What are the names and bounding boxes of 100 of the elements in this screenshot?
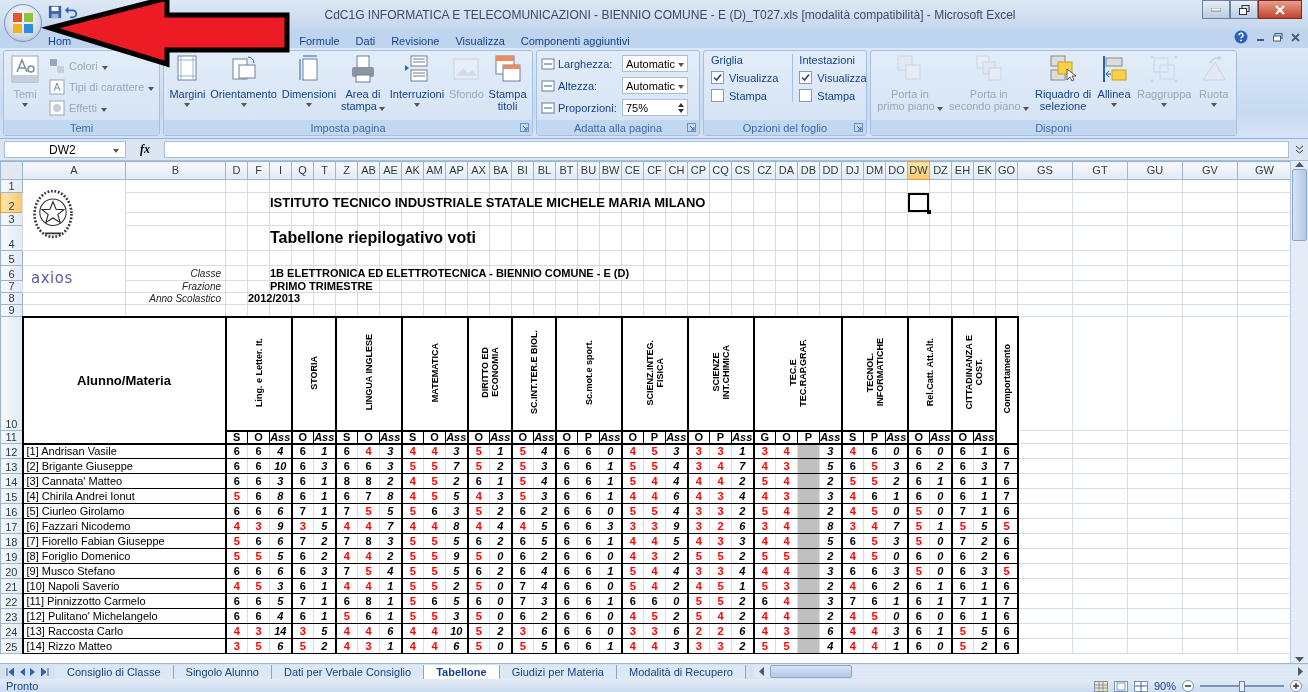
column-header[interactable]: AP bbox=[445, 161, 468, 180]
ribbon-button[interactable]: Allinea bbox=[1095, 53, 1133, 107]
column-header[interactable]: AX bbox=[467, 161, 490, 180]
dropdown-field[interactable]: Automatic bbox=[622, 77, 688, 94]
column-header[interactable]: I bbox=[269, 161, 292, 180]
dropdown-field[interactable]: Automatic bbox=[622, 55, 688, 72]
column-header[interactable]: DJ bbox=[841, 161, 864, 180]
column-header[interactable]: GO bbox=[995, 161, 1018, 180]
column-header[interactable]: BW bbox=[599, 161, 622, 180]
ribbon-button[interactable]: Interruzioni bbox=[387, 53, 447, 107]
checkbox-label[interactable]: Stampa bbox=[817, 89, 856, 102]
column-header[interactable]: CH bbox=[665, 161, 688, 180]
column-header[interactable]: GU bbox=[1127, 161, 1183, 180]
column-header[interactable]: BI bbox=[511, 161, 534, 180]
zoom-out-icon[interactable] bbox=[1182, 680, 1194, 692]
sheet-tab[interactable]: Tabellone bbox=[424, 664, 500, 679]
scroll-right-icon[interactable] bbox=[1298, 667, 1304, 676]
checkbox-label[interactable]: Stampa bbox=[729, 89, 767, 102]
ribbon-button[interactable]: Riquadro di selezione bbox=[1032, 53, 1094, 112]
sheet-tab[interactable]: Consiglio di Classe bbox=[55, 664, 174, 679]
column-header[interactable]: EH bbox=[951, 161, 974, 180]
column-header[interactable]: BU bbox=[577, 161, 600, 180]
insert-function-button[interactable]: fx bbox=[132, 142, 158, 157]
ribbon-button[interactable]: Area di stampa bbox=[338, 53, 387, 114]
ribbon-button[interactable]: Orientamento bbox=[208, 53, 279, 107]
name-box[interactable]: DW2 bbox=[4, 141, 126, 158]
dialog-launcher-icon[interactable] bbox=[854, 123, 863, 132]
vertical-scrollbar[interactable] bbox=[1290, 161, 1308, 663]
column-header[interactable]: GV bbox=[1182, 161, 1238, 180]
column-header[interactable]: DO bbox=[885, 161, 908, 180]
sheet-tab[interactable]: Modalità di Recupero bbox=[617, 664, 746, 679]
horizontal-scrollbar[interactable] bbox=[753, 665, 1308, 678]
checkbox[interactable] bbox=[799, 89, 813, 102]
active-cell[interactable] bbox=[907, 192, 930, 213]
column-header[interactable]: GS bbox=[1017, 161, 1073, 180]
checkbox-label[interactable]: Visualizza bbox=[817, 71, 867, 84]
dialog-launcher-icon[interactable] bbox=[687, 123, 696, 132]
column-header[interactable]: DM bbox=[863, 161, 886, 180]
column-header[interactable]: CE bbox=[621, 161, 644, 180]
help-icon[interactable] bbox=[1234, 30, 1248, 44]
ribbon-tab[interactable]: Revisione bbox=[387, 35, 444, 47]
last-sheet-icon[interactable] bbox=[41, 667, 49, 676]
column-header[interactable]: BT bbox=[555, 161, 578, 180]
close-button[interactable] bbox=[1258, 0, 1302, 19]
page-break-preview-icon[interactable] bbox=[1133, 680, 1148, 692]
ribbon-tab[interactable]: Dati bbox=[351, 35, 380, 47]
column-header[interactable]: AE bbox=[379, 161, 402, 180]
scroll-left-icon[interactable] bbox=[757, 667, 764, 676]
column-header[interactable]: Q bbox=[291, 161, 314, 180]
column-header[interactable]: AB bbox=[357, 161, 380, 180]
column-header[interactable]: CF bbox=[643, 161, 666, 180]
sheet-tab[interactable]: Singolo Alunno bbox=[173, 664, 272, 679]
ribbon-tab[interactable]: Hom bbox=[44, 35, 76, 47]
column-header[interactable]: DB bbox=[797, 161, 820, 180]
formula-field[interactable] bbox=[164, 141, 1289, 158]
column-header[interactable]: DZ bbox=[929, 161, 952, 180]
column-header[interactable]: DW bbox=[907, 161, 930, 180]
column-header[interactable]: A bbox=[22, 161, 126, 180]
ribbon-button[interactable]: Stampa titoli bbox=[486, 53, 529, 112]
column-header[interactable]: GT bbox=[1072, 161, 1128, 180]
column-header[interactable]: CZ bbox=[753, 161, 776, 180]
ribbon-tab[interactable]: Formule bbox=[295, 35, 344, 47]
ribbon-button[interactable]: Dimensioni bbox=[279, 53, 339, 107]
expand-icon[interactable] bbox=[1295, 145, 1304, 154]
save-icon[interactable] bbox=[48, 5, 62, 19]
column-header[interactable]: DA bbox=[775, 161, 798, 180]
checkbox[interactable] bbox=[799, 71, 813, 84]
column-header[interactable]: AK bbox=[401, 161, 424, 180]
column-header[interactable]: CQ bbox=[709, 161, 732, 180]
restore-icon[interactable] bbox=[1273, 32, 1283, 42]
dialog-launcher-icon[interactable] bbox=[520, 123, 529, 132]
row-header[interactable]: 4 bbox=[0, 225, 23, 251]
sheet-tab[interactable]: Giudizi per Materia bbox=[499, 664, 617, 679]
checkbox[interactable] bbox=[711, 89, 724, 102]
column-header[interactable]: F bbox=[247, 161, 270, 180]
column-header[interactable]: CS bbox=[731, 161, 754, 180]
column-header[interactable]: EK bbox=[973, 161, 996, 180]
column-header[interactable]: T bbox=[313, 161, 336, 180]
column-header[interactable]: BL bbox=[533, 161, 556, 180]
column-header[interactable]: BA bbox=[489, 161, 512, 180]
column-header[interactable]: GW bbox=[1237, 161, 1290, 180]
scroll-thumb[interactable] bbox=[769, 665, 852, 678]
column-header[interactable]: AM bbox=[423, 161, 446, 180]
fill-handle[interactable] bbox=[927, 210, 931, 214]
undo-icon[interactable] bbox=[64, 5, 78, 19]
scale-spinner[interactable]: 75% bbox=[622, 99, 688, 116]
column-header[interactable]: CP bbox=[687, 161, 710, 180]
row-header[interactable]: 2 bbox=[0, 192, 23, 213]
column-header[interactable]: DD bbox=[819, 161, 842, 180]
checkbox[interactable] bbox=[711, 71, 724, 84]
previous-sheet-icon[interactable] bbox=[19, 667, 25, 676]
first-sheet-icon[interactable] bbox=[6, 667, 14, 676]
zoom-in-icon[interactable] bbox=[1290, 680, 1302, 692]
column-header[interactable]: Z bbox=[335, 161, 358, 180]
normal-view-icon[interactable] bbox=[1093, 680, 1108, 692]
page-layout-icon[interactable] bbox=[1113, 680, 1128, 692]
next-sheet-icon[interactable] bbox=[30, 667, 36, 676]
scroll-thumb[interactable] bbox=[1292, 169, 1307, 241]
checkbox-label[interactable]: Visualizza bbox=[729, 71, 779, 84]
ribbon-tab[interactable]: Componenti aggiuntivi bbox=[516, 35, 634, 47]
